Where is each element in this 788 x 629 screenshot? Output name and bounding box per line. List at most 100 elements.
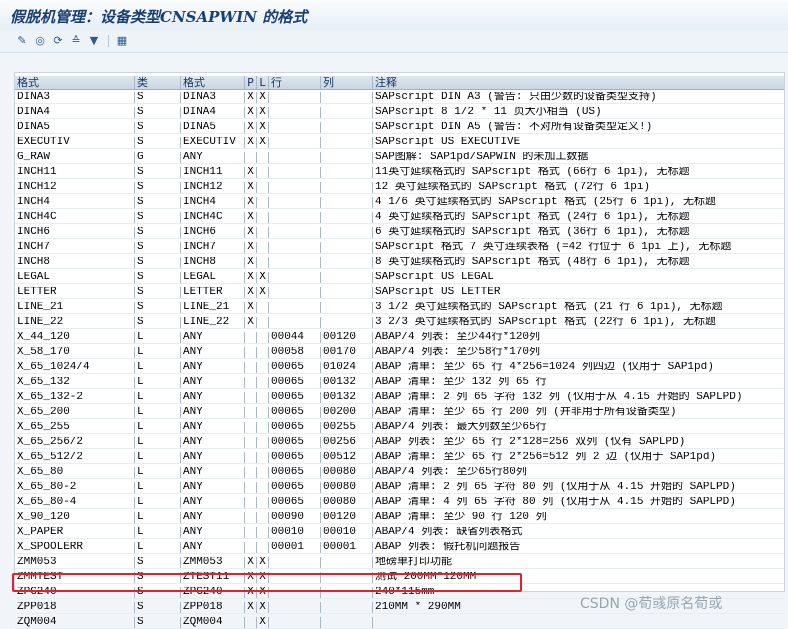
table-row[interactable]: DINA5 S DINA5 X X SAPscript DIN A5 (警告: 不对所有设… [15,122,784,134]
cell-class: L [135,377,181,388]
column-header-comment[interactable]: 注释 [373,76,784,89]
cell-class: L [135,512,181,523]
cell-p: X [245,167,257,178]
column-header-class[interactable]: 类 [135,76,181,89]
table-row[interactable]: EXECUTIV S EXECUTIV X X SAPscript US EXECUTIV… [15,137,784,149]
cell-p: X [245,302,257,313]
cell-l [257,167,269,178]
table-row[interactable]: X_65_1024/4 L ANY 00065 01024 ABAP 清单: 至少 65 … [15,362,784,374]
cell-columns: 00120 [321,332,373,343]
cell-lines [269,92,321,103]
table-row[interactable]: X_65_512/2 L ANY 00065 00512 ABAP 清单: 至少 65 行… [15,452,784,464]
table-row[interactable]: INCH4C S INCH4C X 4 英寸延续格式的 SAPscript 格式 (24… [15,212,784,224]
cell-format-2: DINA4 [181,107,245,118]
cell-class: S [135,302,181,313]
cell-format-2: ANY [181,422,245,433]
cell-columns [321,152,373,163]
cell-l [257,452,269,463]
cell-format-2: ANY [181,482,245,493]
cell-format: INCH11 [15,167,135,178]
table-row[interactable]: X_58_170 L ANY 00058 00170 ABAP/4 列表: 至少58行*1… [15,347,784,359]
filter-icon[interactable]: ▼ [86,33,102,49]
table-row[interactable]: X_65_200 L ANY 00065 00200 ABAP 清单: 至少 65 行 2… [15,407,784,419]
cell-lines: 00065 [269,377,321,388]
cell-p: X [245,197,257,208]
cell-class: S [135,587,181,598]
table-row[interactable]: X_44_120 L ANY 00044 00120 ABAP/4 列表: 至少44行*1… [15,332,784,344]
column-header-lines[interactable]: 行 [269,76,321,89]
cell-l: X [257,107,269,118]
table-row[interactable]: LEGAL S LEGAL X X SAPscript US LEGAL [15,272,784,284]
cell-format: INCH7 [15,242,135,253]
cell-format-2: LINE_21 [181,302,245,313]
cell-p [245,347,257,358]
table-row[interactable]: LINE_21 S LINE_21 X 3 1/2 英寸延续格式的 SAPscript … [15,302,784,314]
cell-format: INCH4 [15,197,135,208]
cell-lines [269,572,321,583]
cell-columns [321,572,373,583]
cell-comment: 12 英寸延续格式的 SAPscript 格式 (72行 6 1pi) [375,182,651,193]
table-row[interactable]: X_PAPER L ANY 00010 00010 ABAP/4 列表: 缺省列表格式 [15,527,784,539]
sort-icon[interactable]: ≙ [68,33,84,49]
table-row[interactable]: X_65_80-4 L ANY 00065 00080 ABAP 清单: 4 列 65 字… [15,497,784,509]
cell-format: X_90_120 [15,512,135,523]
cell-format-2: EXECUTIV [181,137,245,148]
cell-columns [321,182,373,193]
cell-format: X_SPOOLERR [15,542,135,553]
cell-lines: 00065 [269,362,321,373]
pencil-icon[interactable]: ✎ [14,33,30,49]
table-row[interactable]: X_65_256/2 L ANY 00065 00256 ABAP 列表: 至少 65 行… [15,437,784,449]
cell-format-2: ANY [181,527,245,538]
display-icon[interactable]: ◎ [32,33,48,49]
table-row[interactable]: X_90_120 L ANY 00090 00120 ABAP 清单: 至少 90 行 1… [15,512,784,524]
table-row[interactable]: X_65_80-2 L ANY 00065 00080 ABAP 清单: 2 列 65 字… [15,482,784,494]
cell-l: X [257,122,269,133]
table-row[interactable]: LINE_22 S LINE_22 X 3 2/3 英寸延续格式的 SAPscript … [15,317,784,329]
table-row[interactable]: X_65_132-2 L ANY 00065 00132 ABAP 清单: 2 列 65 … [15,392,784,404]
cell-comment: SAPscript 格式 7 英寸连续表格 (=42 行位于 6 1pi 上),… [375,242,732,253]
table-row[interactable]: LETTER S LETTER X X SAPscript US LETTER [15,287,784,299]
cell-p: X [245,602,257,613]
table-row[interactable]: INCH12 S INCH12 X 12 英寸延续格式的 SAPscript 格式 (7… [15,182,784,194]
table-row[interactable]: G_RAW G ANY SAP图解: SAP1pd/SAPWIN 的未加工数据 [15,152,784,164]
cell-format-2: ANY [181,392,245,403]
cell-p: X [245,212,257,223]
table-row[interactable]: DINA3 S DINA3 X X SAPscript DIN A3 (警告: 只由少数的… [15,92,784,104]
cell-columns: 00200 [321,407,373,418]
table-row[interactable]: X_65_132 L ANY 00065 00132 ABAP 清单: 至少 132 列 … [15,377,784,389]
cell-lines [269,587,321,598]
cell-format-2: INCH12 [181,182,245,193]
title-bar: 假脱机管理：设备类型CNSAPWIN 的格式 [0,0,788,30]
table-row[interactable]: X_65_80 L ANY 00065 00080 ABAP/4 列表: 至少65行80列 [15,467,784,479]
format-table: 格式 类 格式 P L 行 列 注释 DINA3 S DINA3 X X SAPscrip… [14,72,785,629]
column-header-p[interactable]: P [245,76,257,89]
cell-columns [321,137,373,148]
table-row[interactable]: ZMM053 S ZMM053 X X 地磅单打印功能 [15,557,784,569]
table-row[interactable]: INCH4 S INCH4 X 4 1/6 英寸延续格式的 SAPscript 格式 (… [15,197,784,209]
column-header-format[interactable]: 格式 [15,76,135,89]
table-row[interactable]: X_65_255 L ANY 00065 00255 ABAP/4 列表: 最大列数至少6… [15,422,784,434]
table-row[interactable]: ZQM004 S ZQM004 X [15,617,784,629]
column-header-columns[interactable]: 列 [321,76,373,89]
refresh-icon[interactable]: ⟳ [50,33,66,49]
cell-comment: ABAP/4 列表: 最大列数至少65行 [375,422,547,433]
cell-format: ZMM053 [15,557,135,568]
cell-columns [321,227,373,238]
cell-format-2: ZTEST11 [181,572,245,583]
table-row[interactable]: ZMMTEST S ZTEST11 X X 测试 200MM*120MM [15,572,784,584]
cell-format: INCH6 [15,227,135,238]
cell-lines: 00065 [269,392,321,403]
column-header-l[interactable]: L [257,76,269,89]
cell-comment [373,617,784,628]
table-row[interactable]: INCH8 S INCH8 X 8 英寸延续格式的 SAPscript 格式 (48行 … [15,257,784,269]
cell-format-2: ANY [181,512,245,523]
table-row[interactable]: X_SPOOLERR L ANY 00001 00001 ABAP 列表: 假托机问题报告 [15,542,784,554]
cell-p: X [245,107,257,118]
export-icon[interactable]: ▦ [114,33,130,49]
table-row[interactable]: INCH11 S INCH11 X 11英寸延续格式的 SAPscript 格式 (66… [15,167,784,179]
column-header-format-2[interactable]: 格式 [181,76,245,89]
table-row[interactable]: DINA4 S DINA4 X X SAPscript 8 1/2 * 11 页大小相当 … [15,107,784,119]
cell-comment: 8 英寸延续格式的 SAPscript 格式 (48行 6 1pi), 无标题 [375,257,690,268]
table-row[interactable]: INCH7 S INCH7 X SAPscript 格式 7 英寸连续表格 (=42 行… [15,242,784,254]
table-row[interactable]: INCH6 S INCH6 X 6 英寸延续格式的 SAPscript 格式 (36行 … [15,227,784,239]
